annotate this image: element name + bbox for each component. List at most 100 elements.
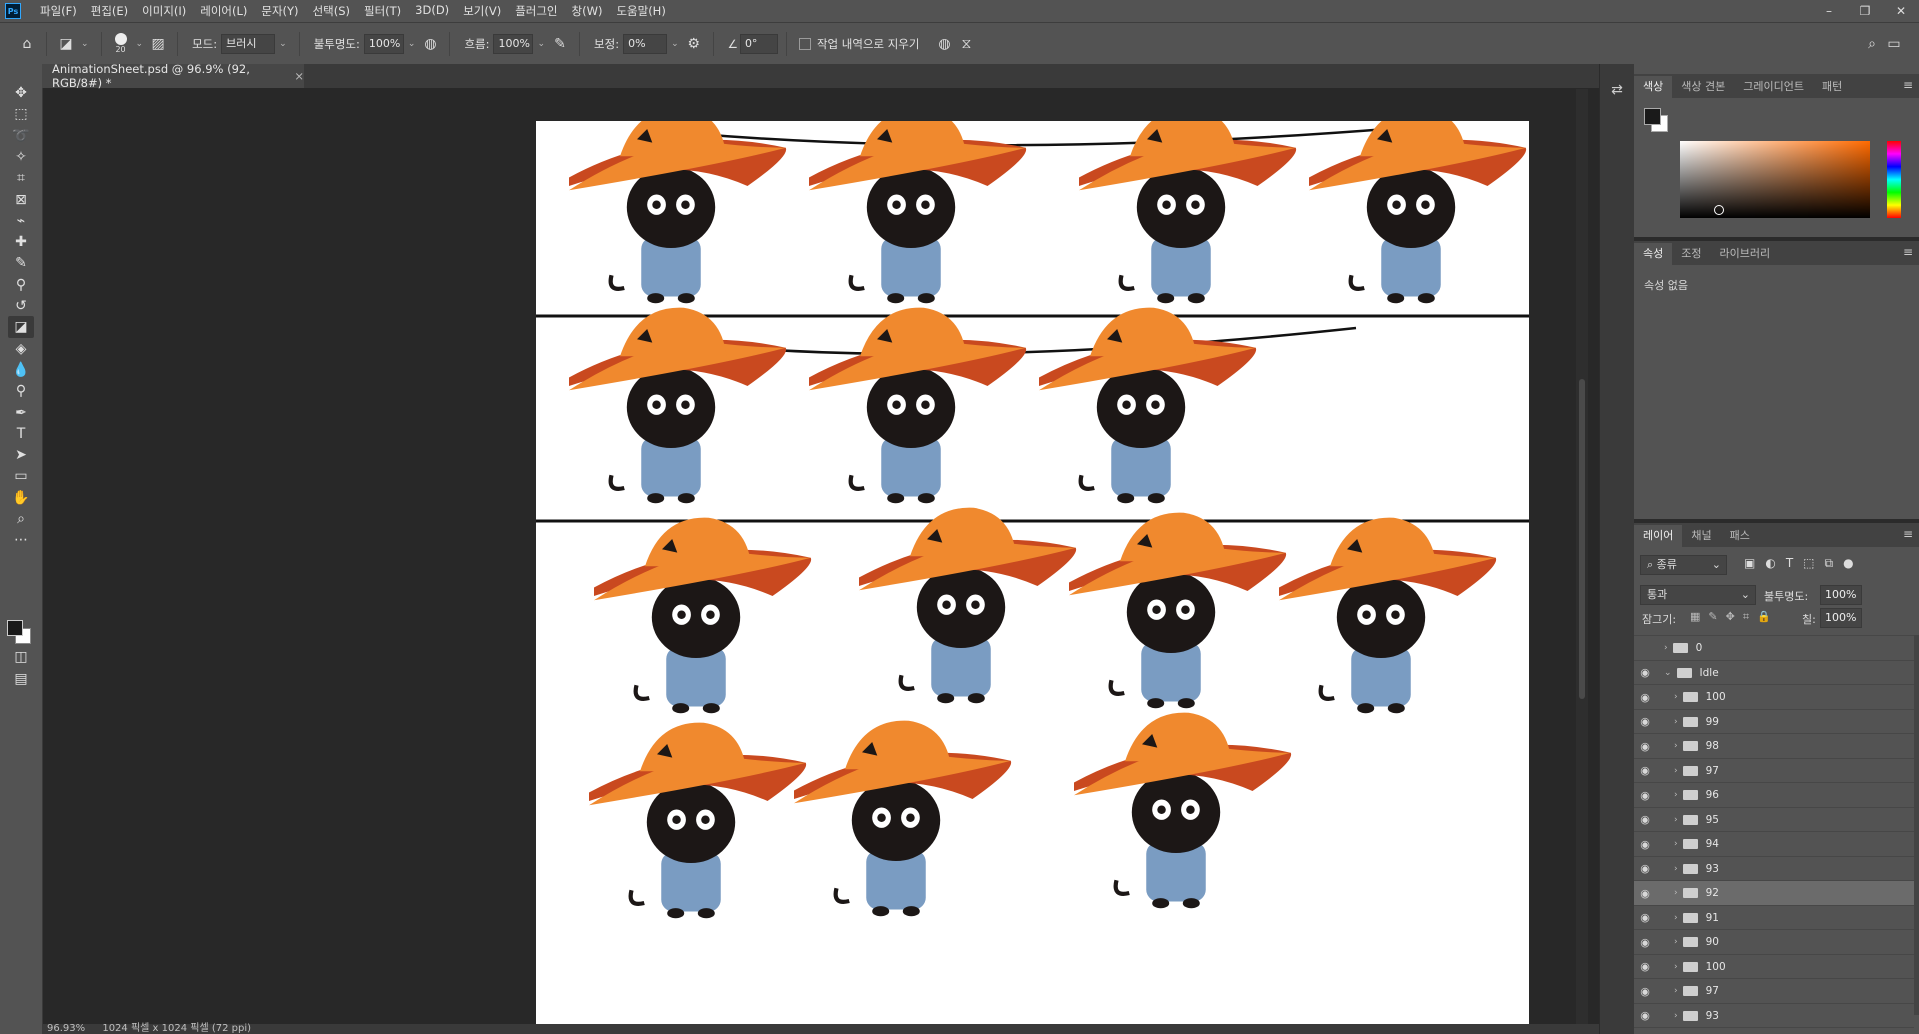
layer-name[interactable]: 93: [1706, 1010, 1719, 1022]
color_panel-tab[interactable]: 그레이디언트: [1734, 76, 1813, 98]
menu-item[interactable]: 보기(V): [456, 3, 508, 19]
layer-name[interactable]: 91: [1706, 912, 1719, 924]
color_panel-tab[interactable]: 색상 견본: [1672, 76, 1734, 98]
blur-tool-icon[interactable]: 💧: [8, 359, 34, 381]
document-tab[interactable]: AnimationSheet.psd @ 96.9% (92, RGB/8#) …: [42, 62, 304, 90]
adjustment-filter-icon[interactable]: ◐: [1765, 556, 1775, 571]
close-tab-icon[interactable]: ×: [294, 69, 304, 83]
layer-row[interactable]: ◉ › 99: [1634, 708, 1914, 734]
layer-opacity-input[interactable]: 100%: [1820, 585, 1862, 605]
expand-chevron-icon[interactable]: ›: [1674, 766, 1678, 776]
layer-name[interactable]: 100: [1706, 691, 1726, 703]
layer-row[interactable]: ◉ › 97: [1634, 978, 1914, 1003]
home-icon[interactable]: ⌂: [16, 33, 38, 55]
layer-name[interactable]: 92: [1706, 887, 1719, 899]
chevron-down-icon[interactable]: ⌄: [408, 39, 416, 49]
expand-chevron-icon[interactable]: ›: [1674, 986, 1678, 996]
menu-item[interactable]: 문자(Y): [254, 3, 305, 19]
color-field[interactable]: [1680, 141, 1870, 218]
chevron-down-icon[interactable]: ⌄: [81, 39, 89, 49]
layer-row[interactable]: ◉ › 100: [1634, 953, 1914, 979]
search-icon[interactable]: ⌕: [1861, 33, 1883, 55]
menu-item[interactable]: 도움말(H): [609, 3, 672, 19]
hand-tool-icon[interactable]: ✋: [8, 487, 34, 509]
lock-artboard-icon[interactable]: ⌗: [1743, 610, 1749, 624]
expand-chevron-icon[interactable]: ›: [1674, 1011, 1678, 1021]
layer-filter-select[interactable]: ⌕ 종류 ⌄: [1640, 555, 1727, 575]
marquee-tool-icon[interactable]: ⬚: [8, 103, 34, 125]
layer-row[interactable]: ◉ › 92: [1634, 880, 1914, 905]
frame-tool-icon[interactable]: ⊠: [8, 189, 34, 211]
restore-icon[interactable]: ❐: [1847, 0, 1883, 22]
visibility-eye-icon[interactable]: ◉: [1634, 691, 1656, 704]
layer-name[interactable]: 0: [1696, 642, 1703, 654]
crop-tool-icon[interactable]: ⌗: [8, 167, 34, 189]
layer-scrollbar[interactable]: [1914, 635, 1919, 1015]
layer-row[interactable]: ◉ › 90: [1634, 929, 1914, 954]
mores-tool-icon[interactable]: ⋯: [8, 529, 34, 551]
shape-filter-icon[interactable]: ⬚: [1803, 556, 1814, 571]
smoothing-input[interactable]: 0%: [623, 33, 668, 54]
expand-chevron-icon[interactable]: ›: [1674, 815, 1678, 825]
visibility-eye-icon[interactable]: ◉: [1634, 936, 1656, 949]
toolbar-foreground-swatch[interactable]: [7, 620, 23, 636]
visibility-eye-icon[interactable]: ◉: [1634, 764, 1656, 777]
chevron-down-icon[interactable]: ⌄: [279, 39, 287, 49]
visibility-eye-icon[interactable]: ◉: [1634, 911, 1656, 924]
properties_panel-tab[interactable]: 속성: [1634, 243, 1673, 265]
layer-name[interactable]: 100: [1706, 961, 1726, 973]
status-zoom[interactable]: 96.93%: [47, 1023, 85, 1034]
expand-chevron-icon[interactable]: ›: [1674, 692, 1678, 702]
eraser-tool-icon[interactable]: ◪: [8, 316, 34, 339]
rectangle-tool-icon[interactable]: ▭: [8, 465, 34, 487]
gear-icon[interactable]: ⚙: [683, 33, 705, 55]
layers_panel-tab[interactable]: 레이어: [1634, 525, 1683, 547]
visibility-eye-icon[interactable]: ◉: [1634, 813, 1656, 826]
layer-name[interactable]: 96: [1706, 789, 1719, 801]
color-picker-ring[interactable]: [1714, 205, 1724, 215]
visibility-eye-icon[interactable]: ◉: [1634, 666, 1656, 679]
layer-row[interactable]: ◉ › 96: [1634, 782, 1914, 807]
angle-input[interactable]: 0°: [739, 33, 778, 54]
layer-name[interactable]: 99: [1706, 716, 1719, 728]
layer-name[interactable]: 94: [1706, 838, 1719, 850]
visibility-eye-icon[interactable]: ◉: [1634, 960, 1656, 973]
type-filter-icon[interactable]: T: [1786, 556, 1793, 571]
quick-mask-icon[interactable]: ◫: [8, 646, 34, 668]
close-icon[interactable]: ✕: [1883, 0, 1919, 22]
layer-row[interactable]: › 0: [1634, 635, 1914, 660]
opacity-input[interactable]: 100%: [363, 33, 404, 54]
properties_panel-tab[interactable]: 조정: [1672, 243, 1710, 265]
chevron-down-icon[interactable]: ⌄: [537, 39, 545, 49]
color_panel-tab[interactable]: 색상: [1634, 76, 1673, 98]
history-panel-icon[interactable]: ⇄: [1607, 82, 1627, 102]
layer-name[interactable]: 95: [1706, 814, 1719, 826]
visibility-eye-icon[interactable]: ◉: [1634, 985, 1656, 998]
image-filter-icon[interactable]: ▣: [1744, 556, 1755, 571]
zoom-tool-icon[interactable]: ⌕: [8, 508, 34, 530]
layer-name[interactable]: Idle: [1700, 667, 1719, 679]
symmetry-icon[interactable]: ⧖: [955, 33, 977, 55]
layer-row[interactable]: ◉ ⌄ Idle: [1634, 659, 1914, 685]
fill-input[interactable]: 100%: [1820, 608, 1862, 628]
move-tool-icon[interactable]: ✥: [8, 82, 34, 104]
menu-item[interactable]: 이미지(I): [135, 3, 193, 19]
menu-item[interactable]: 3D(D): [408, 3, 456, 19]
eraser-preset-icon[interactable]: ◪: [55, 33, 77, 55]
layer-row[interactable]: ◉ › 91: [1634, 904, 1914, 930]
menu-item[interactable]: 선택(S): [306, 3, 357, 19]
document-canvas[interactable]: [536, 121, 1529, 1025]
eyedropper-tool-icon[interactable]: ⌁: [8, 210, 34, 232]
expand-chevron-icon[interactable]: ›: [1674, 839, 1678, 849]
layer-row[interactable]: ◉ › 94: [1634, 831, 1914, 856]
expand-chevron-icon[interactable]: ›: [1674, 888, 1678, 898]
vertical-scrollbar[interactable]: [1576, 89, 1588, 1024]
layer-row[interactable]: ◉ › 100: [1634, 684, 1914, 709]
hue-slider[interactable]: [1887, 141, 1901, 218]
layer-name[interactable]: 97: [1706, 765, 1719, 777]
flow-input[interactable]: 100%: [493, 33, 534, 54]
scroll-thumb[interactable]: [1579, 379, 1585, 699]
lasso-tool-icon[interactable]: ➰: [8, 125, 34, 147]
pressure-size-icon[interactable]: ◍: [933, 33, 955, 55]
layer-row[interactable]: ◉ › 93: [1634, 855, 1914, 881]
